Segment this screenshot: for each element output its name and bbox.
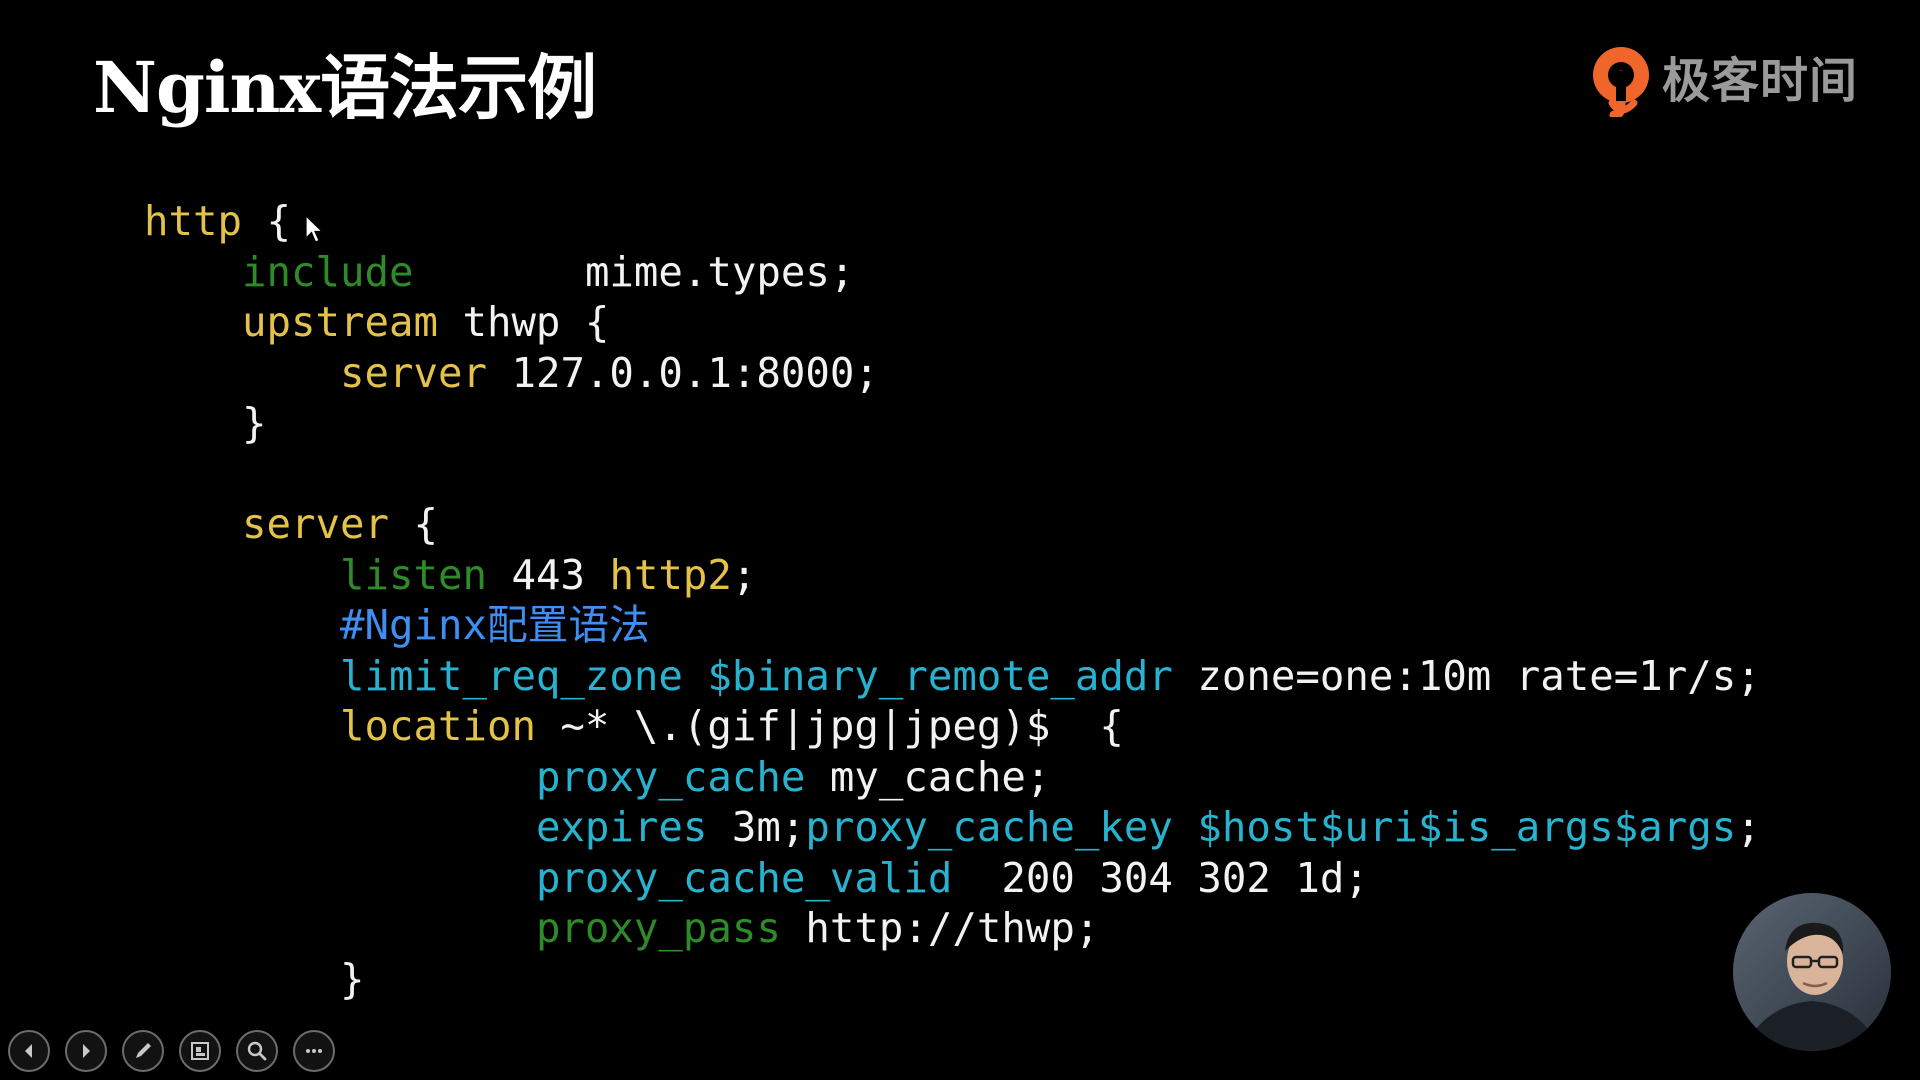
- geektime-logo-icon: [1593, 47, 1649, 117]
- code-line: }: [144, 398, 1761, 449]
- brand-name: 极客时间: [1662, 53, 1859, 109]
- presenter-image: [1733, 893, 1891, 1051]
- code-token: $binary_remote_addr: [707, 651, 1173, 700]
- zoom-button[interactable]: [236, 1030, 278, 1072]
- code-token: location: [339, 702, 536, 750]
- code-token: {: [241, 197, 291, 245]
- code-token: proxy_pass: [535, 904, 781, 952]
- code-line: proxy_pass http://thwp;: [144, 903, 1761, 954]
- code-token: http2: [609, 550, 732, 599]
- code-line: }: [144, 954, 1761, 1005]
- code-token: proxy_cache_valid: [535, 853, 953, 902]
- arrow-right-icon: [83, 1044, 90, 1058]
- code-token: proxy_cache: [535, 752, 806, 801]
- code-token: #Nginx配置语法: [339, 601, 650, 649]
- code-line: server 127.0.0.1:8000;: [144, 348, 1761, 399]
- presentation-controls: [8, 1030, 335, 1072]
- code-token: my_cache;: [805, 752, 1051, 801]
- code-token: limit_req_zone: [339, 651, 683, 700]
- code-token: http://thwp;: [780, 904, 1100, 952]
- code-token: ;: [1736, 803, 1761, 851]
- code-token: 127.0.0.1:8000;: [486, 348, 879, 397]
- pen-icon: [136, 1043, 151, 1058]
- brand-logo: 极客时间: [1590, 46, 1859, 117]
- code-line: http {: [144, 196, 1761, 247]
- code-token: proxy_cache_key: [805, 803, 1173, 851]
- presenter-video-avatar: [1733, 893, 1891, 1051]
- code-line: listen 443 http2;: [144, 550, 1761, 601]
- code-token: 3m;: [707, 803, 806, 851]
- code-token: server: [241, 500, 389, 548]
- next-slide-button[interactable]: [65, 1030, 107, 1072]
- code-token: 200 304 302 1d;: [952, 853, 1369, 902]
- ellipsis-icon: [306, 1049, 322, 1053]
- code-token: http: [144, 197, 242, 245]
- code-token: listen: [339, 550, 487, 599]
- code-token: upstream: [241, 298, 438, 346]
- code-line: include mime.types;: [144, 247, 1761, 298]
- code-token: ;: [731, 550, 757, 599]
- code-token: }: [144, 954, 365, 1003]
- code-token: zone=one:10m rate=1r/s;: [1172, 651, 1761, 700]
- code-token: }: [144, 399, 267, 447]
- code-token: include: [241, 247, 414, 296]
- code-line: proxy_cache_valid 200 304 302 1d;: [144, 853, 1761, 904]
- code-token: {: [388, 500, 438, 548]
- code-line: #Nginx配置语法: [144, 600, 1761, 651]
- code-line: proxy_cache my_cache;: [144, 752, 1761, 803]
- slide-overview-button[interactable]: [179, 1030, 221, 1072]
- code-block: http { include mime.types; upstream thwp…: [144, 196, 1761, 1004]
- code-token: $host$uri$is_args$args: [1197, 803, 1737, 851]
- code-token: server: [339, 348, 487, 397]
- code-line: location ~* \.(gif|jpg|jpeg)$ {: [144, 701, 1761, 752]
- code-token: 443: [486, 550, 610, 599]
- slide-title: Nginx语法示例: [93, 46, 597, 129]
- previous-slide-button[interactable]: [8, 1030, 50, 1072]
- code-token: mime.types;: [413, 247, 855, 296]
- code-line: upstream thwp {: [144, 297, 1761, 348]
- code-token: thwp {: [437, 298, 610, 346]
- arrow-left-icon: [25, 1044, 32, 1058]
- more-options-button[interactable]: [293, 1030, 335, 1072]
- code-line: limit_req_zone $binary_remote_addr zone=…: [144, 651, 1761, 702]
- code-line: server {: [144, 499, 1761, 550]
- slides-grid-icon: [191, 1042, 209, 1060]
- pen-tool-button[interactable]: [122, 1030, 164, 1072]
- code-token: expires: [535, 803, 708, 851]
- mouse-cursor-icon: [305, 214, 324, 243]
- code-line: expires 3m;proxy_cache_key $host$uri$is_…: [144, 802, 1761, 853]
- code-token: ~* \.(gif|jpg|jpeg)$ {: [535, 702, 1124, 750]
- magnifier-icon: [247, 1041, 267, 1061]
